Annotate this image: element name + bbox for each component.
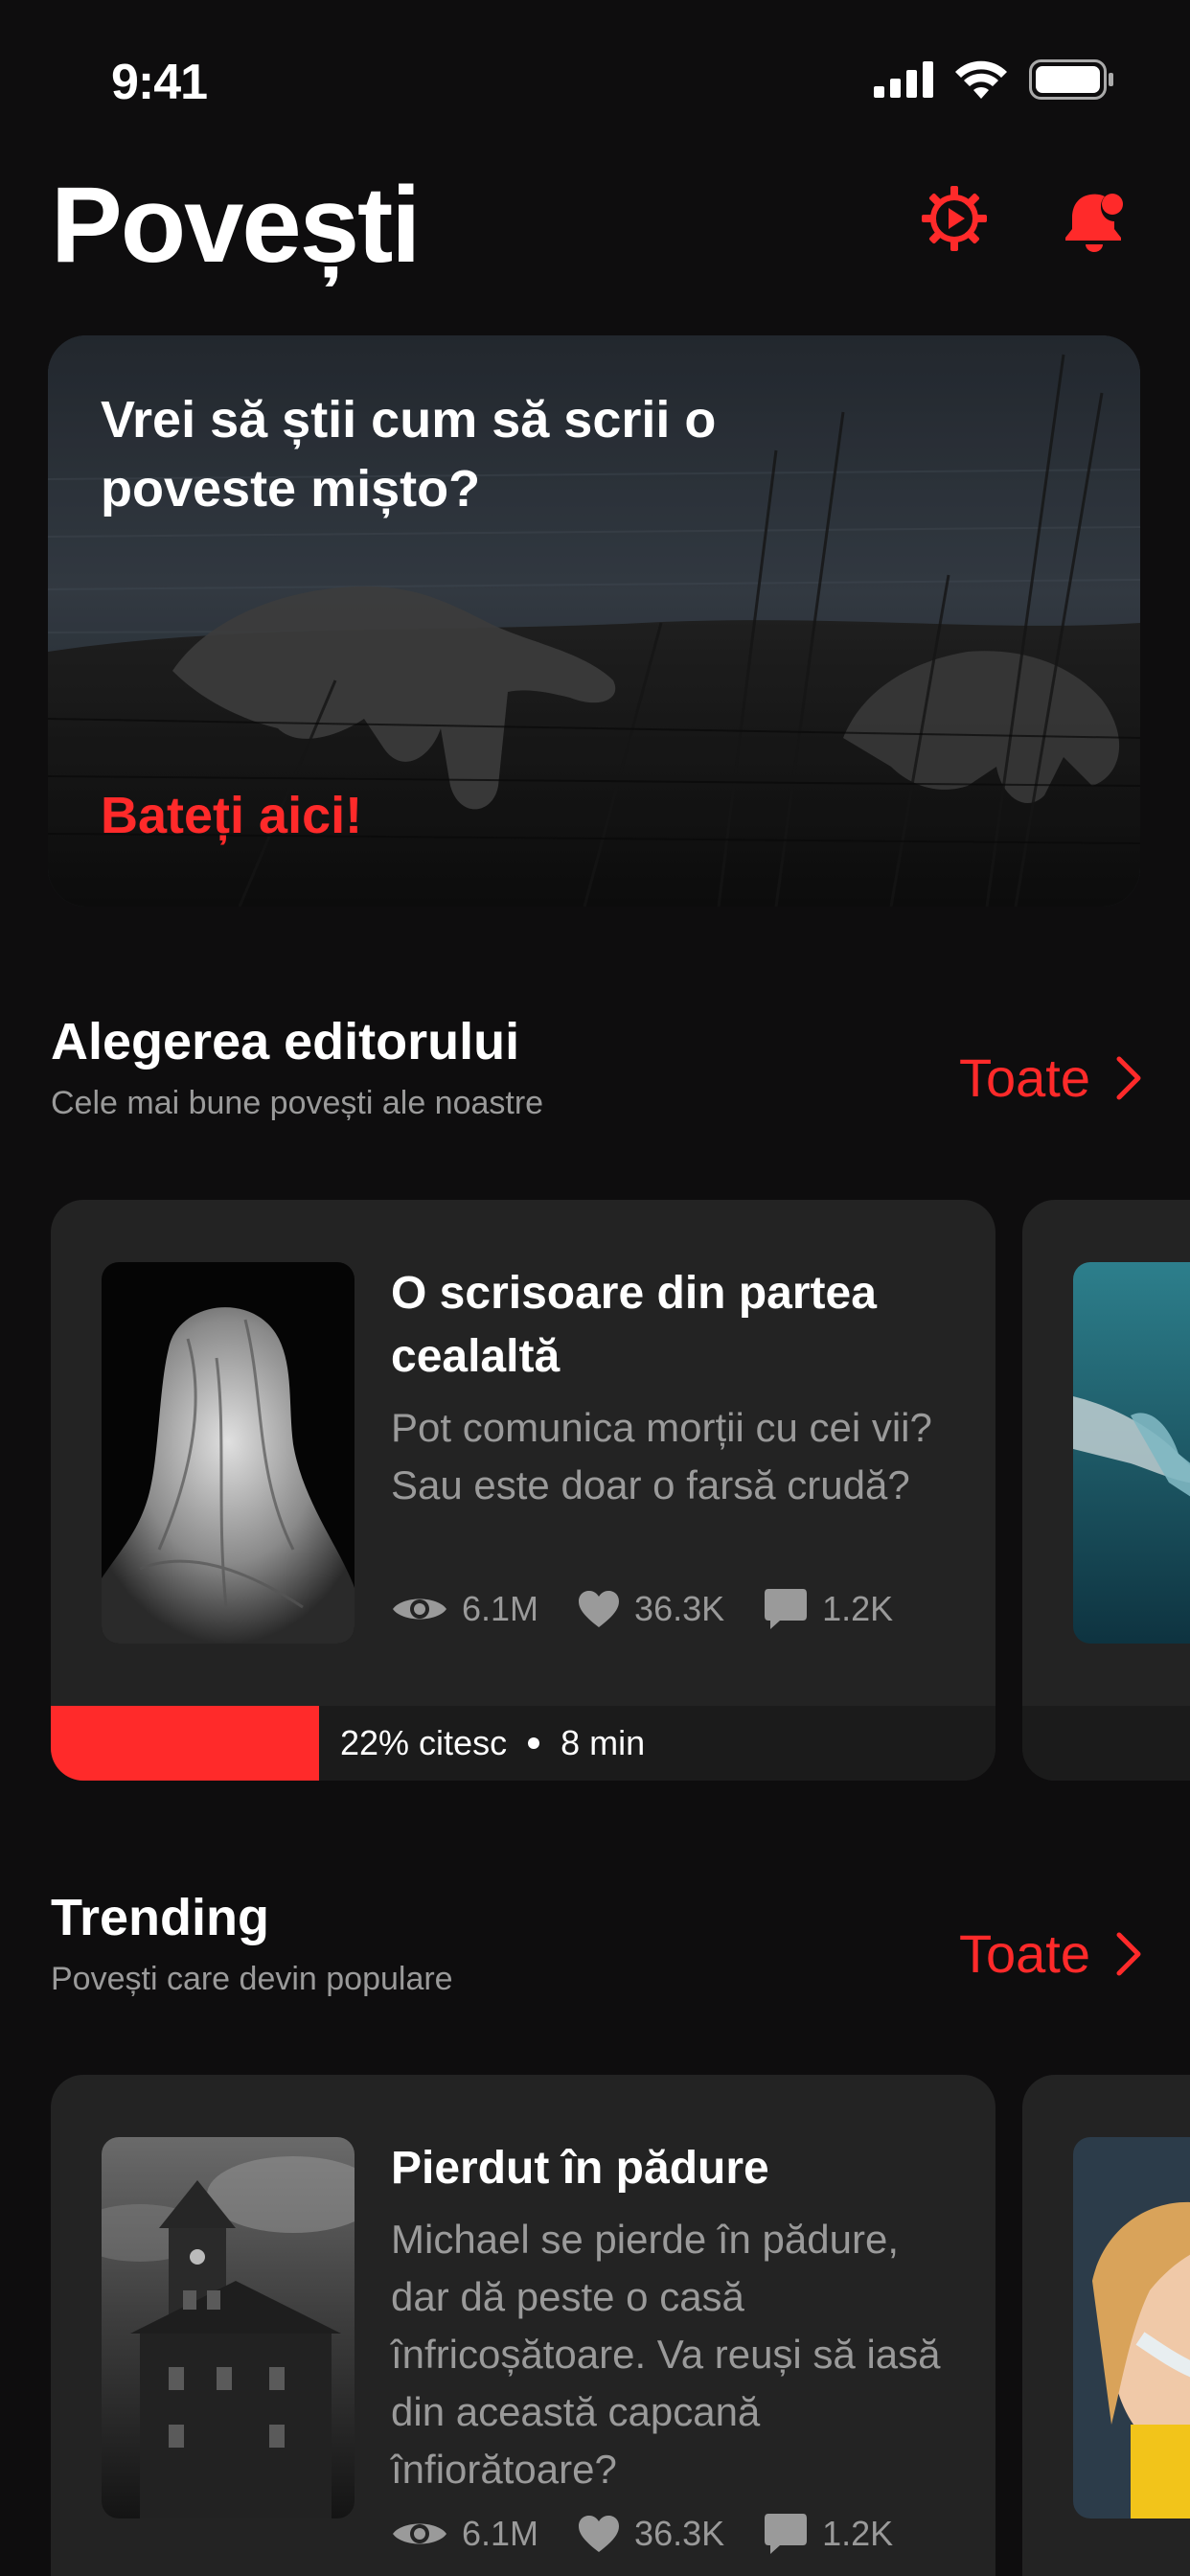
chevron-right-icon — [1116, 1056, 1141, 1099]
see-all-label: Toate — [959, 1923, 1090, 1984]
comment-icon — [765, 2514, 808, 2554]
heart-icon — [579, 1591, 620, 1627]
story-stats: 6.1M 36.3K 1.2K — [391, 1587, 931, 1631]
story-cover-image — [102, 1262, 355, 1644]
reading-progress-info: 22% citesc 8 min — [340, 1723, 645, 1763]
reading-progress: 22% citesc 8 min — [51, 1706, 995, 1781]
eye-icon — [393, 1598, 446, 1620]
views-count: 6.1M — [462, 2514, 539, 2553]
see-all-label: Toate — [959, 1047, 1090, 1108]
banner-heading: Vrei să știi cum să scrii o poveste mișt… — [101, 391, 717, 518]
story-description: Pot comunica morții cu cei vii? Sau este… — [391, 1405, 932, 1507]
story-description: Michael se pierde în pădure, dar dă pest… — [391, 2217, 941, 2492]
battery-icon — [1029, 59, 1113, 100]
status-time: 9:41 — [111, 55, 208, 110]
story-stats: 6.1M 36.3K 1.2K — [391, 2512, 931, 2556]
bell-icon — [1065, 194, 1123, 252]
story-card[interactable]: O scrisoare din partea cealaltă Pot comu… — [51, 1200, 995, 1781]
views-stat: 6.1M — [391, 2514, 538, 2554]
chevron-right-icon — [1116, 1932, 1141, 1975]
comment-icon — [765, 1589, 808, 1629]
story-cover-image — [1073, 2137, 1190, 2518]
comments-count: 1.2K — [822, 2514, 894, 2553]
trending-title: Trending — [51, 1889, 269, 1946]
separator-dot — [528, 1737, 540, 1749]
writing-guide-banner[interactable]: Vrei să știi cum să scrii o poveste mișt… — [48, 335, 1140, 907]
likes-count: 36.3K — [634, 2514, 725, 2553]
banner-link[interactable]: Bateți aici! — [101, 786, 362, 845]
story-cover-image — [1073, 1262, 1190, 1644]
likes-stat: 36.3K — [577, 2514, 724, 2554]
comments-stat: 1.2K — [763, 1587, 893, 1631]
status-icons — [874, 59, 1115, 100]
heart-icon — [579, 2516, 620, 2552]
settings-button[interactable] — [916, 180, 993, 257]
likes-stat: 36.3K — [577, 1589, 724, 1629]
trending-see-all-button[interactable]: Toate — [959, 1922, 1142, 1985]
reading-progress — [1022, 1706, 1190, 1781]
comments-count: 1.2K — [822, 1589, 894, 1628]
editors-choice-subtitle: Cele mai bune povești ale noastre — [51, 1085, 544, 1121]
notifications-button[interactable] — [1056, 180, 1133, 257]
reading-duration: 8 min — [561, 1723, 646, 1762]
status-bar: 9:41 — [0, 0, 1190, 144]
story-title: Pierdut în pădure — [391, 2143, 769, 2194]
page-title: Povești — [51, 165, 421, 285]
story-title: O scrisoare din partea cealaltă — [391, 1268, 877, 1382]
gear-icon — [922, 186, 987, 251]
cellular-signal-icon — [874, 61, 933, 98]
views-stat: 6.1M — [391, 1589, 538, 1629]
editors-choice-see-all-button[interactable]: Toate — [959, 1046, 1142, 1109]
story-card[interactable]: Pierdut în pădure Michael se pierde în p… — [51, 2075, 995, 2576]
likes-count: 36.3K — [634, 1589, 725, 1628]
eye-icon — [393, 2523, 446, 2544]
app-screen: 9:41 Povești Vrei să știi cum să scrii o… — [0, 0, 1190, 2576]
reading-progress-fill — [51, 1706, 319, 1781]
trending-subtitle: Povești care devin populare — [51, 1961, 453, 1997]
comments-stat: 1.2K — [763, 2512, 893, 2556]
story-card-next[interactable] — [1022, 1200, 1190, 1781]
story-cover-image — [102, 2137, 355, 2518]
reading-progress-label: 22% citesc — [340, 1723, 508, 1762]
story-card-next[interactable] — [1022, 2075, 1190, 2576]
editors-choice-title: Alegerea editorului — [51, 1013, 520, 1070]
views-count: 6.1M — [462, 1589, 539, 1628]
wifi-icon — [955, 60, 1007, 99]
